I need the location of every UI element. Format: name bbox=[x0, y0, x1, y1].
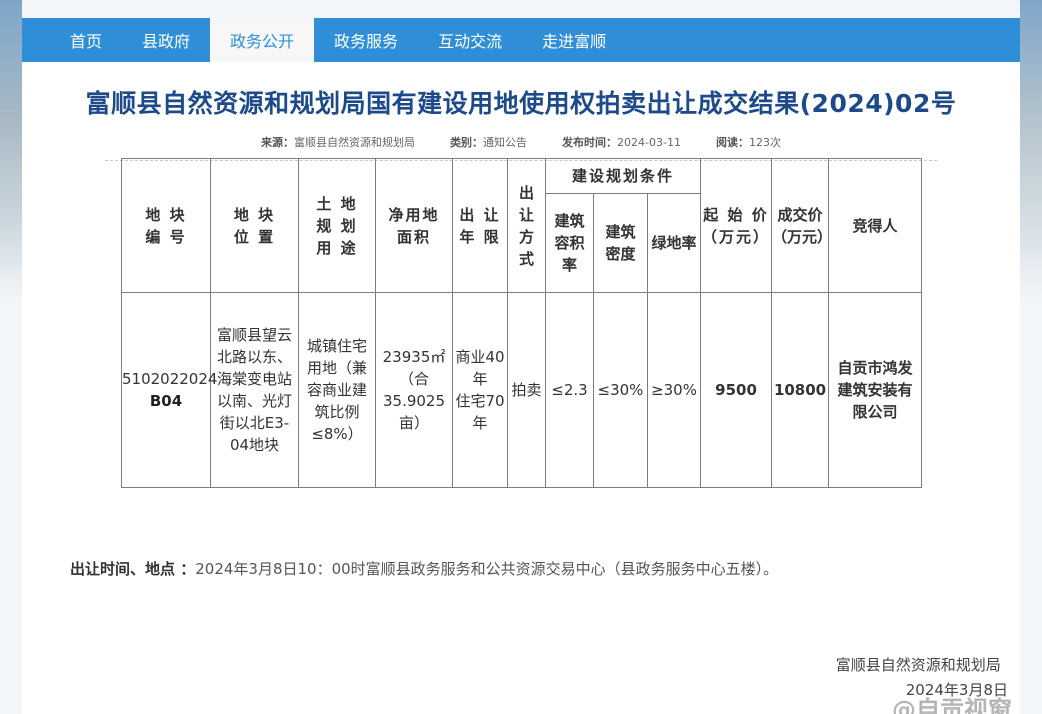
source-label: 来源： bbox=[261, 136, 295, 149]
header-location: 地 块 位 置 bbox=[210, 158, 299, 293]
header-start-price: 起 始 价 （万元） bbox=[700, 158, 773, 293]
cell-far: ≤2.3 bbox=[545, 292, 594, 488]
cell-winner: 自贡市鸿发 建筑安装有 限公司 bbox=[828, 292, 923, 488]
date-value: 2024-03-11 bbox=[617, 136, 681, 149]
cell-green-ratio: ≥30% bbox=[646, 292, 702, 488]
header-deal-price: 成交价 （万元） bbox=[771, 158, 832, 293]
nav-item-about-fushun[interactable]: 走进富顺 bbox=[522, 18, 626, 62]
cell-start-price: 9500 bbox=[700, 292, 773, 488]
article-title: 富顺县自然资源和规划局国有建设用地使用权拍卖出让成交结果(2024)02号 bbox=[85, 89, 957, 118]
nav-item-county-government[interactable]: 县政府 bbox=[122, 18, 210, 62]
category-label: 类别： bbox=[450, 136, 484, 149]
cell-density: ≤30% bbox=[593, 292, 648, 488]
cell-location: 富顺县望云 北路以东、 海棠变电站 以南、光灯 街以北E3- 04地块 bbox=[210, 292, 299, 488]
header-planning-conditions: 建设规划条件 bbox=[544, 158, 702, 194]
cell-method: 拍卖 bbox=[507, 292, 546, 488]
article-meta: 来源：富顺县自然资源和规划局 类别：通知公告 发布时间：2024-03-11 阅… bbox=[22, 134, 1020, 150]
header-far: 建筑 容积 率 bbox=[545, 193, 594, 293]
page-container: 首页 县政府 政务公开 政务服务 互动交流 走进富顺 富顺县自然资源和规划局国有… bbox=[22, 18, 1020, 714]
nav-item-government-affairs[interactable]: 政务公开 bbox=[210, 18, 315, 62]
reads-label: 阅读： bbox=[715, 136, 749, 149]
land-result-table: 地 块 编 号 地 块 位 置 土 地 规 划 用 途 净用地 面积 出 让 年… bbox=[121, 158, 923, 488]
nav-item-interaction[interactable]: 互动交流 bbox=[418, 18, 522, 62]
cell-deal-price: 10800 bbox=[771, 292, 830, 488]
background-right bbox=[1020, 0, 1042, 300]
top-nav: 首页 县政府 政务公开 政务服务 互动交流 走进富顺 bbox=[22, 18, 1020, 62]
nav-item-home[interactable]: 首页 bbox=[50, 18, 122, 62]
table-row: 5102022024 B04 富顺县望云 北路以东、 海棠变电站 以南、光灯 街… bbox=[121, 292, 923, 488]
watermark: @自贡视窗 bbox=[892, 696, 1012, 714]
header-density: 建筑 密度 bbox=[593, 193, 648, 293]
header-winner: 竞得人 bbox=[828, 158, 923, 293]
transfer-notice: 出让时间、地点 ：2024年3月8日10：00时富顺县政务服务和公共资源交易中心… bbox=[70, 558, 778, 579]
header-term: 出 让 年 限 bbox=[452, 158, 508, 293]
cell-area: 23935㎡ （合 35.9025 亩） bbox=[375, 292, 453, 488]
nav-item-government-services[interactable]: 政务服务 bbox=[314, 18, 418, 62]
background-left bbox=[0, 0, 22, 300]
cell-term: 商业40 年 住宅70 年 bbox=[452, 292, 508, 488]
cell-parcel-no: 5102022024 B04 bbox=[121, 292, 217, 488]
signature-org: 富顺县自然资源和规划局 bbox=[835, 656, 1001, 674]
notice-label: 出让时间、地点 ： bbox=[70, 560, 196, 578]
source-value: 富顺县自然资源和规划局 bbox=[294, 136, 416, 149]
header-area: 净用地 面积 bbox=[375, 158, 453, 293]
category-value: 通知公告 bbox=[483, 136, 528, 149]
notice-text: 2024年3月8日10：00时富顺县政务服务和公共资源交易中心（县政务服务中心五… bbox=[195, 560, 779, 578]
reads-value: 123次 bbox=[748, 136, 781, 149]
date-label: 发布时间： bbox=[562, 136, 618, 149]
header-usage: 土 地 规 划 用 途 bbox=[298, 158, 376, 293]
header-parcel-no: 地 块 编 号 bbox=[121, 158, 211, 293]
cell-usage: 城镇住宅 用地（兼 容商业建 筑比例 ≤8%） bbox=[298, 292, 376, 488]
header-method: 出 让 方 式 bbox=[507, 158, 546, 293]
header-green-ratio: 绿地率 bbox=[646, 193, 702, 293]
